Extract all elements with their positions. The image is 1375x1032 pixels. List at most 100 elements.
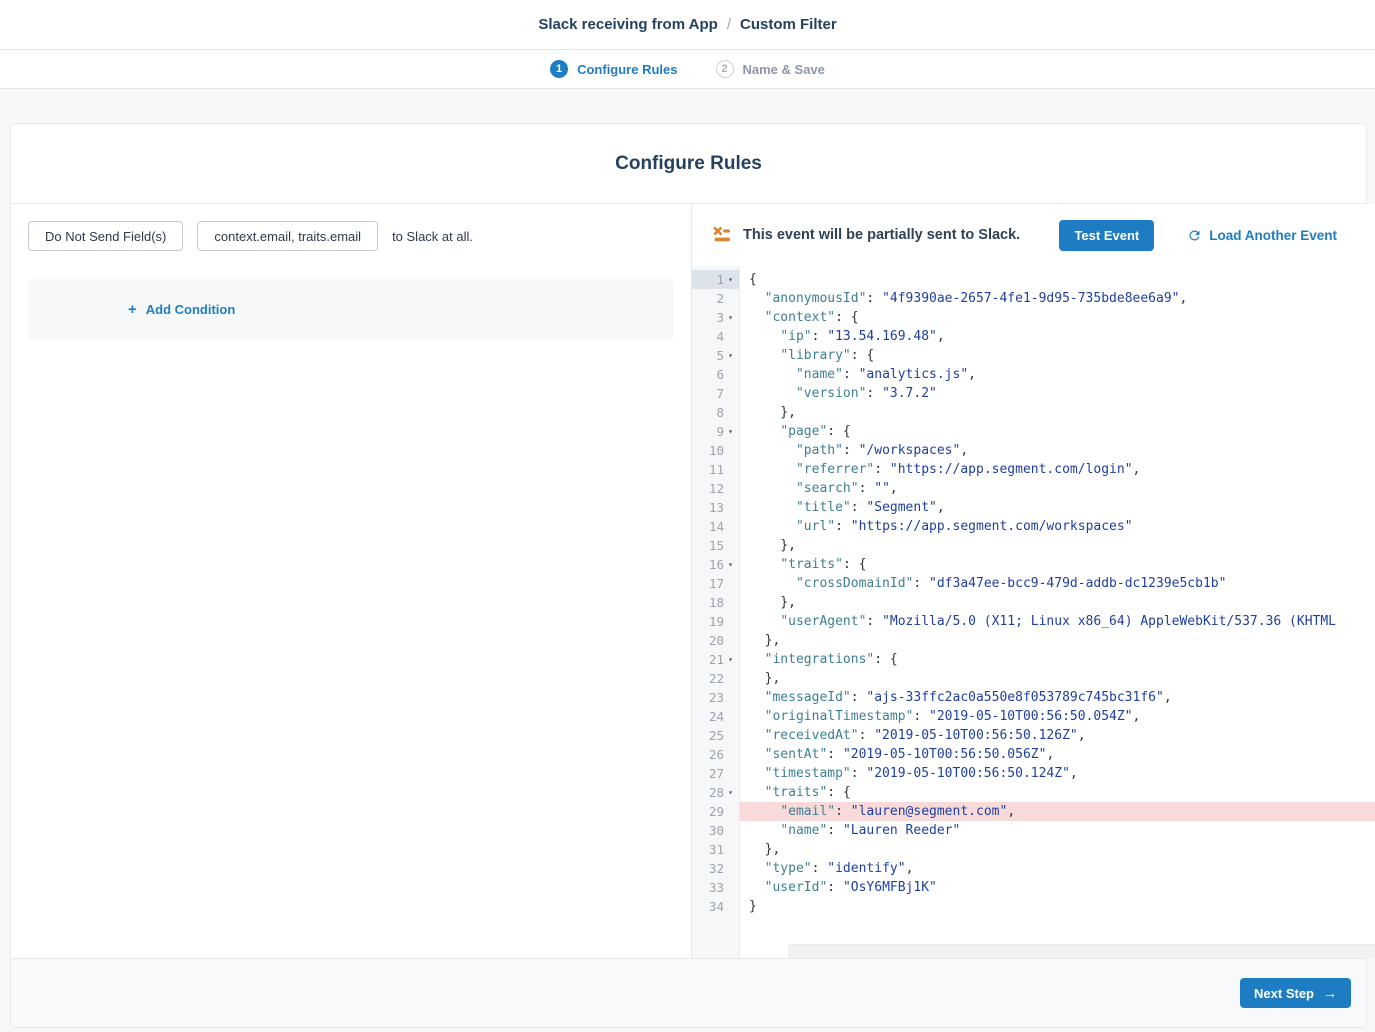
- code-line[interactable]: "traits": {: [740, 783, 1375, 802]
- code-line[interactable]: "page": {: [740, 422, 1375, 441]
- rule-fields-button[interactable]: context.email, traits.email: [197, 221, 378, 251]
- json-token: "/workspaces": [859, 443, 961, 458]
- json-token: [749, 367, 796, 382]
- code-line[interactable]: "email": "lauren@segment.com",: [740, 802, 1375, 821]
- line-number: 21▾: [692, 650, 739, 669]
- json-token: "userId": [765, 880, 828, 895]
- add-condition-box: + Add Condition: [28, 279, 674, 339]
- line-number-text: 27: [709, 764, 724, 783]
- code-line[interactable]: },: [740, 403, 1375, 422]
- add-condition-button[interactable]: + Add Condition: [128, 301, 235, 318]
- code-line[interactable]: },: [740, 669, 1375, 688]
- json-token: [749, 443, 796, 458]
- wizard-steps: 1 Configure Rules 2 Name & Save: [0, 50, 1375, 89]
- code-line[interactable]: "userAgent": "Mozilla/5.0 (X11; Linux x8…: [740, 612, 1375, 631]
- fold-arrow-icon[interactable]: ▾: [725, 422, 736, 441]
- json-token: ,: [1046, 747, 1054, 762]
- breadcrumb-separator: /: [727, 16, 731, 33]
- json-token: [749, 481, 796, 496]
- json-token: "identify": [827, 861, 905, 876]
- code-line[interactable]: "originalTimestamp": "2019-05-10T00:56:5…: [740, 707, 1375, 726]
- code-line[interactable]: "integrations": {: [740, 650, 1375, 669]
- line-number: 2▾: [692, 289, 739, 308]
- json-token: "context": [765, 310, 835, 325]
- json-token: [749, 823, 780, 838]
- code-line[interactable]: "name": "analytics.js",: [740, 365, 1375, 384]
- json-token: [749, 709, 765, 724]
- rule-suffix-text: to Slack at all.: [392, 229, 473, 244]
- code-line[interactable]: "type": "identify",: [740, 859, 1375, 878]
- code-line[interactable]: }: [740, 897, 1375, 916]
- line-number: 8▾: [692, 403, 739, 422]
- json-token: "OsY6MFBj1K": [843, 880, 937, 895]
- step-2-label: Name & Save: [743, 62, 825, 77]
- page-header: Slack receiving from App / Custom Filter: [0, 0, 1375, 50]
- configure-rules-card: Configure Rules Do Not Send Field(s) con…: [10, 123, 1367, 1028]
- code-line[interactable]: },: [740, 631, 1375, 650]
- code-line[interactable]: "traits": {: [740, 555, 1375, 574]
- json-token: "lauren@segment.com": [851, 804, 1008, 819]
- code-line[interactable]: },: [740, 840, 1375, 859]
- code-line[interactable]: "search": "",: [740, 479, 1375, 498]
- json-token: [749, 500, 796, 515]
- fold-arrow-icon[interactable]: ▾: [725, 783, 736, 802]
- json-token: "Lauren Reeder": [843, 823, 960, 838]
- json-token: [749, 614, 780, 629]
- line-number-text: 30: [709, 821, 724, 840]
- code-line[interactable]: "title": "Segment",: [740, 498, 1375, 517]
- json-token: [749, 291, 765, 306]
- code-line[interactable]: "messageId": "ajs-33ffc2ac0a550e8f053789…: [740, 688, 1375, 707]
- json-token: "crossDomainId": [796, 576, 913, 591]
- json-token: :: [812, 861, 828, 876]
- code-line[interactable]: },: [740, 593, 1375, 612]
- code-line[interactable]: "anonymousId": "4f9390ae-2657-4fe1-9d95-…: [740, 289, 1375, 308]
- code-line[interactable]: "timestamp": "2019-05-10T00:56:50.124Z",: [740, 764, 1375, 783]
- event-status-text: This event will be partially sent to Sla…: [743, 227, 1020, 243]
- line-number-text: 7: [716, 384, 724, 403]
- code-line[interactable]: "library": {: [740, 346, 1375, 365]
- line-number-text: 1: [716, 270, 724, 289]
- code-line[interactable]: },: [740, 536, 1375, 555]
- add-condition-label: Add Condition: [146, 302, 236, 317]
- code-line[interactable]: "userId": "OsY6MFBj1K": [740, 878, 1375, 897]
- json-code-area[interactable]: { "anonymousId": "4f9390ae-2657-4fe1-9d9…: [740, 266, 1375, 958]
- load-another-event-label: Load Another Event: [1209, 228, 1337, 243]
- next-step-button[interactable]: Next Step →: [1240, 978, 1351, 1008]
- code-line[interactable]: "url": "https://app.segment.com/workspac…: [740, 517, 1375, 536]
- step-configure-rules[interactable]: 1 Configure Rules: [550, 60, 677, 78]
- fold-arrow-icon[interactable]: ▾: [725, 650, 736, 669]
- line-number: 16▾: [692, 555, 739, 574]
- line-number: 27▾: [692, 764, 739, 783]
- refresh-icon: [1187, 228, 1202, 243]
- line-number-text: 24: [709, 707, 724, 726]
- json-token: "referrer": [796, 462, 874, 477]
- json-token: "df3a47ee-bcc9-479d-addb-dc1239e5cb1b": [929, 576, 1226, 591]
- fold-arrow-icon[interactable]: ▾: [725, 270, 736, 289]
- line-number: 4▾: [692, 327, 739, 346]
- fold-arrow-icon[interactable]: ▾: [725, 308, 736, 327]
- horizontal-scrollbar[interactable]: [788, 944, 1375, 958]
- event-preview-panel: This event will be partially sent to Sla…: [691, 204, 1375, 958]
- code-line[interactable]: "path": "/workspaces",: [740, 441, 1375, 460]
- json-token: "ajs-33ffc2ac0a550e8f053789c745bc31f6": [866, 690, 1163, 705]
- code-line[interactable]: {: [740, 270, 1375, 289]
- code-line[interactable]: "sentAt": "2019-05-10T00:56:50.056Z",: [740, 745, 1375, 764]
- code-line[interactable]: "ip": "13.54.169.48",: [740, 327, 1375, 346]
- code-line[interactable]: "receivedAt": "2019-05-10T00:56:50.126Z"…: [740, 726, 1375, 745]
- fold-arrow-icon[interactable]: ▾: [725, 555, 736, 574]
- code-line[interactable]: "crossDomainId": "df3a47ee-bcc9-479d-add…: [740, 574, 1375, 593]
- step-name-save[interactable]: 2 Name & Save: [716, 60, 825, 78]
- code-line[interactable]: "referrer": "https://app.segment.com/log…: [740, 460, 1375, 479]
- json-editor[interactable]: 1▾2▾3▾4▾5▾6▾7▾8▾9▾10▾11▾12▾13▾14▾15▾16▾1…: [692, 266, 1375, 958]
- code-line[interactable]: "context": {: [740, 308, 1375, 327]
- rule-action-button[interactable]: Do Not Send Field(s): [28, 221, 183, 251]
- json-token: ,: [1133, 462, 1141, 477]
- code-line[interactable]: "version": "3.7.2": [740, 384, 1375, 403]
- code-line[interactable]: "name": "Lauren Reeder": [740, 821, 1375, 840]
- json-token: "Mozilla/5.0 (X11; Linux x86_64) AppleWe…: [882, 614, 1336, 629]
- json-token: "originalTimestamp": [765, 709, 914, 724]
- load-another-event-link[interactable]: Load Another Event: [1187, 228, 1337, 243]
- event-preview-header: This event will be partially sent to Sla…: [692, 204, 1375, 266]
- fold-arrow-icon[interactable]: ▾: [725, 346, 736, 365]
- test-event-button[interactable]: Test Event: [1059, 220, 1154, 251]
